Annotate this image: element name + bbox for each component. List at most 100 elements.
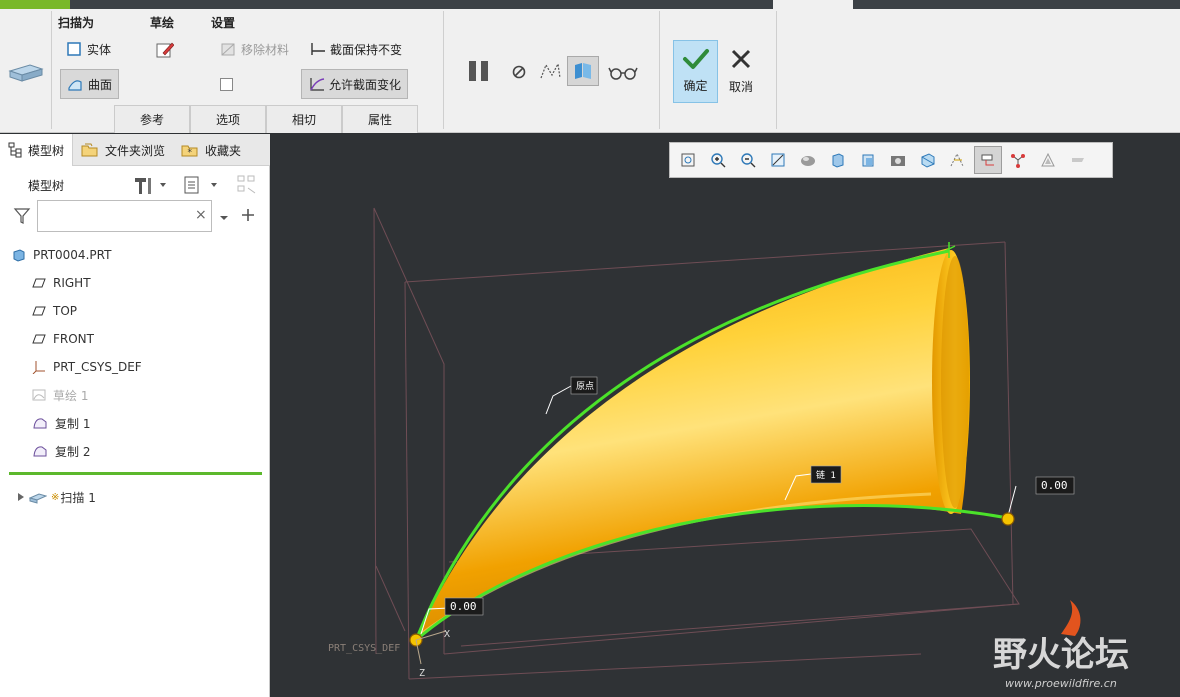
show-menu-button[interactable] <box>183 174 223 196</box>
sweep-feature-icon <box>6 57 46 87</box>
refit-button[interactable] <box>674 146 702 174</box>
ribbon: 扫描为 草绘 设置 实体 曲面 移除材料 截面保持不变 允许截面变化 参考 选项… <box>0 9 1180 133</box>
point-display-button[interactable] <box>1004 146 1032 174</box>
no-preview-icon <box>512 65 526 79</box>
ok-button[interactable]: 确定 <box>673 40 718 103</box>
tree-settings-button[interactable] <box>132 174 168 196</box>
model-canvas[interactable]: 原点 链 1 0.00 0.00 PRT_CSYS_DEF X Z 野火论坛 w… <box>271 134 1180 697</box>
repaint-button[interactable] <box>764 146 792 174</box>
geometry-preview-button[interactable] <box>538 61 562 83</box>
allow-section-change-button[interactable]: 允许截面变化 <box>301 69 409 99</box>
datum-display-button[interactable] <box>944 146 972 174</box>
csys-display-icon <box>1041 152 1055 167</box>
annotation-display-icon <box>981 154 994 166</box>
tab-folder-browser[interactable]: 文件夹浏览 <box>73 134 173 166</box>
tree-item-label: 复制 1 <box>55 416 91 431</box>
sweep-surface <box>416 248 970 640</box>
cancel-label: 取消 <box>728 80 753 94</box>
glasses-button[interactable] <box>608 64 638 82</box>
zoom-out-button[interactable] <box>734 146 762 174</box>
section-button[interactable] <box>914 146 942 174</box>
section-icon <box>921 153 935 168</box>
spin-center-button[interactable] <box>1064 146 1092 174</box>
tree-item-label: 扫描 1 <box>60 490 96 505</box>
tree-item-csys[interactable]: PRT_CSYS_DEF <box>32 357 142 377</box>
tab-model-tree-label: 模型树 <box>28 143 65 158</box>
columns-icon <box>237 175 256 194</box>
glasses-icon <box>608 67 638 80</box>
csys-display-button[interactable] <box>1034 146 1062 174</box>
tab-references[interactable]: 参考 <box>114 105 190 133</box>
saved-views-icon <box>832 153 844 168</box>
tab-tangency[interactable]: 相切 <box>266 105 342 133</box>
tree-item-label: PRT_CSYS_DEF <box>53 360 142 374</box>
keep-section-button[interactable]: 截面保持不变 <box>303 34 408 64</box>
solid-button[interactable]: 实体 <box>60 34 117 64</box>
datum-plane-icon <box>32 334 46 344</box>
tree-item-copy-1[interactable]: 复制 1 <box>32 413 90 433</box>
svg-text:0.00: 0.00 <box>1041 479 1068 492</box>
cancel-button[interactable]: 取消 <box>722 40 760 103</box>
sketch-button[interactable] <box>150 34 178 64</box>
add-filter-icon[interactable] <box>241 208 255 222</box>
view-manager-icon <box>862 154 874 167</box>
tab-model-tree[interactable]: 模型树 <box>0 134 74 166</box>
sketch-pencil-icon <box>156 41 175 58</box>
tab-favorites[interactable]: * 收藏夹 <box>173 134 249 166</box>
surface-button[interactable]: 曲面 <box>60 69 120 99</box>
tree-item-part[interactable]: PRT0004.PRT <box>12 245 111 265</box>
tab-folder-browser-label: 文件夹浏览 <box>105 143 166 158</box>
pause-button[interactable] <box>466 59 494 83</box>
tree-item-label: TOP <box>53 304 78 318</box>
tree-item-sketch[interactable]: 草绘 1 <box>32 385 88 405</box>
checkmark-icon <box>682 49 709 69</box>
group-title-sweep-as: 扫描为 <box>58 16 95 30</box>
remove-material-checkbox[interactable] <box>214 69 239 99</box>
search-box: × <box>37 200 212 232</box>
display-style-button[interactable] <box>794 146 822 174</box>
graphics-toolbar <box>669 142 1113 178</box>
display-style-icon <box>801 156 815 166</box>
tree-item-sweep[interactable]: ※ 扫描 1 <box>17 487 96 507</box>
graphics-window[interactable]: 原点 链 1 0.00 0.00 PRT_CSYS_DEF X Z 野火论坛 w… <box>271 134 1180 697</box>
clear-search-icon[interactable]: × <box>195 207 207 223</box>
expand-arrow-icon[interactable] <box>17 492 25 502</box>
ribbon-separator <box>443 11 444 129</box>
tree-item-top[interactable]: TOP <box>32 301 77 321</box>
svg-text:www.proewildfire.cn: www.proewildfire.cn <box>1005 677 1117 690</box>
annotation-display-button[interactable] <box>974 146 1002 174</box>
tree-item-copy-2[interactable]: 复制 2 <box>32 441 90 461</box>
group-title-settings: 设置 <box>211 16 236 30</box>
value-label-right[interactable]: 0.00 <box>1035 476 1075 495</box>
perspective-button[interactable] <box>884 146 912 174</box>
no-preview-button[interactable] <box>510 63 528 81</box>
remove-material-button[interactable]: 移除材料 <box>214 34 295 64</box>
origin-label: 原点 <box>570 376 598 395</box>
tree-item-front[interactable]: FRONT <box>32 329 94 349</box>
remove-material-icon <box>220 41 236 57</box>
constant-section-icon <box>309 41 325 57</box>
saved-views-button[interactable] <box>824 146 852 174</box>
tree-columns-button[interactable] <box>236 174 258 196</box>
drag-handle-right[interactable] <box>1001 512 1015 526</box>
filter-icon[interactable] <box>13 207 31 225</box>
solid-icon <box>66 41 82 57</box>
tab-properties[interactable]: 属性 <box>342 105 418 133</box>
search-input[interactable] <box>42 207 192 227</box>
keep-section-label: 截面保持不变 <box>330 42 403 57</box>
search-dropdown-arrow-icon[interactable] <box>218 212 230 222</box>
surface-icon <box>67 76 83 92</box>
group-title-sketch: 草绘 <box>150 16 175 30</box>
copy-surface-icon <box>33 418 47 429</box>
copy-surface-icon <box>33 446 47 457</box>
value-label-left[interactable]: 0.00 <box>444 597 484 616</box>
view-manager-button[interactable] <box>854 146 882 174</box>
tab-options[interactable]: 选项 <box>190 105 266 133</box>
navigator-panel: 模型树 文件夹浏览 * 收藏夹 模型树 × PRT0004.PRT RIGHT … <box>0 134 270 697</box>
favorites-icon: * <box>181 145 198 158</box>
tree-item-label: 草绘 1 <box>53 388 89 403</box>
verify-preview-button[interactable] <box>567 56 599 86</box>
tree-item-right[interactable]: RIGHT <box>32 273 91 293</box>
zoom-in-button[interactable] <box>704 146 732 174</box>
chain-1-label: 链 1 <box>810 465 842 484</box>
